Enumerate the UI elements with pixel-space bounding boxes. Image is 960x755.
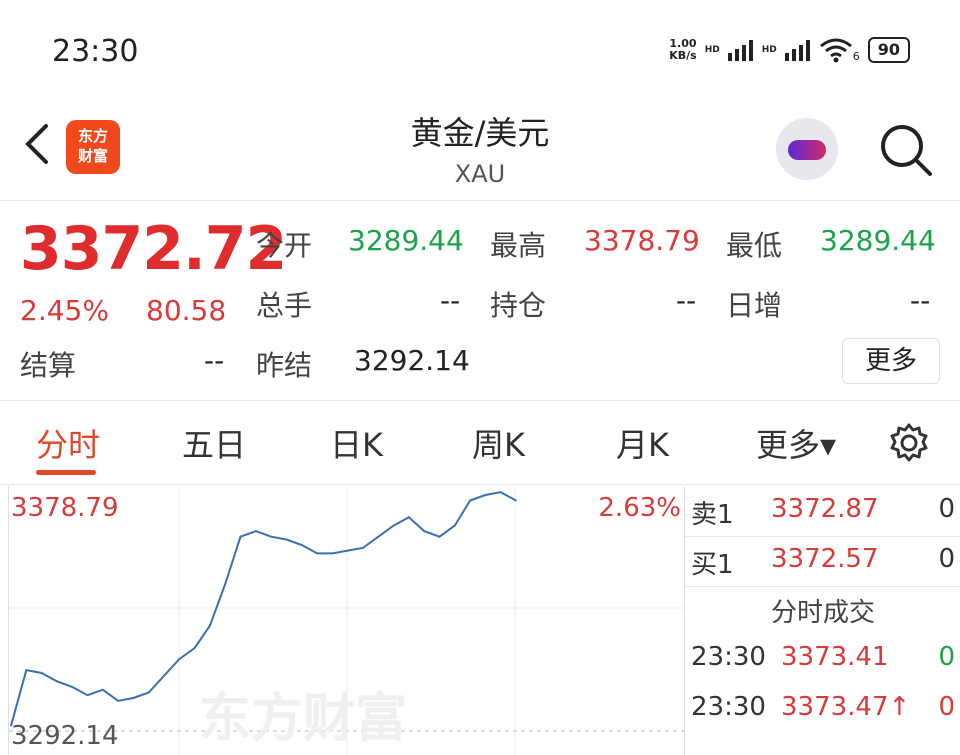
price-point: [316, 552, 318, 555]
sell-qty: 0: [938, 494, 955, 524]
tab-monthly-k[interactable]: 月K: [616, 420, 669, 466]
chart-y-top-label: 3378.79: [11, 493, 119, 523]
daily-inc-value: --: [910, 284, 931, 317]
high-value: 3378.79: [584, 224, 700, 257]
buy-label: 买1: [691, 550, 734, 580]
intraday-chart-svg: 东方财富 3378.79 3292.14 2.63%: [9, 486, 685, 755]
price-point: [377, 535, 380, 538]
price-point: [71, 686, 74, 688]
price-point: [499, 491, 502, 493]
quote-divider: [0, 400, 960, 401]
last-price: 3372.72: [20, 214, 287, 284]
price-point: [40, 672, 43, 674]
status-icons: 1.00 KB/s HD HD 6 90: [669, 36, 910, 63]
price-point: [117, 699, 119, 702]
trade-price: 3373.47↑: [781, 692, 911, 722]
buy-price: 3372.57: [771, 544, 879, 574]
trade-time: 23:30: [691, 642, 766, 672]
price-point: [300, 544, 303, 546]
trades-title: 分时成交: [770, 598, 875, 628]
intraday-chart[interactable]: 东方财富 3378.79 3292.14 2.63%: [8, 486, 685, 755]
tab-active-indicator: [36, 470, 96, 475]
price-point: [178, 658, 181, 660]
change-amt: 80.58: [146, 294, 227, 327]
price-point: [423, 530, 425, 532]
low-value: 3289.44: [820, 224, 936, 257]
chart-y-bottom-label: 3292.14: [11, 721, 119, 751]
high-label: 最高: [490, 229, 547, 262]
settle-value: --: [204, 344, 225, 377]
change-pct: 2.45%: [20, 294, 109, 327]
sell-price: 3372.87: [771, 494, 879, 524]
tab-five-day[interactable]: 五日: [182, 420, 246, 466]
header-divider: [0, 200, 960, 201]
price-point: [408, 516, 410, 519]
price-point: [362, 547, 364, 549]
battery-icon: 90: [867, 36, 910, 63]
price-point: [453, 524, 456, 527]
price-point: [515, 499, 517, 502]
price-point: [239, 535, 242, 538]
signal-icon-2: [784, 39, 810, 61]
price-point: [270, 535, 272, 538]
price-point: [346, 549, 349, 552]
trade-qty: 0: [938, 642, 955, 672]
gear-icon: [890, 423, 928, 462]
price-point: [147, 691, 150, 694]
price-point: [484, 494, 487, 496]
price-point: [86, 694, 89, 697]
signal-icon: [727, 39, 753, 61]
price-point: [255, 530, 257, 532]
open-value: 3289.44: [348, 224, 464, 257]
sell-label: 卖1: [691, 500, 734, 530]
buy-qty: 0: [938, 544, 955, 574]
open-label: 今开: [256, 229, 313, 262]
price-point: [25, 669, 28, 672]
price-point: [132, 697, 135, 699]
price-point: [102, 688, 104, 691]
price-point: [285, 538, 288, 541]
price-point: [469, 499, 471, 502]
prev-settle-value: 3292.14: [354, 344, 470, 377]
daily-inc-label: 日增: [726, 289, 783, 322]
price-point: [224, 583, 227, 585]
assistant-robot-icon[interactable]: [776, 118, 838, 180]
price-point: [392, 524, 395, 527]
tab-weekly-k[interactable]: 周K: [472, 420, 525, 466]
more-button[interactable]: 更多: [842, 338, 940, 384]
hd-badge-2: HD: [761, 44, 777, 55]
price-point: [331, 552, 334, 555]
tab-daily-k[interactable]: 日K: [330, 420, 383, 466]
position-value: --: [676, 284, 697, 317]
net-speed: 1.00 KB/s: [669, 36, 697, 62]
price-point: [163, 674, 165, 677]
wifi-icon: [819, 38, 852, 62]
price-point: [56, 680, 58, 683]
settings-button[interactable]: [888, 422, 930, 468]
tab-intraday[interactable]: 分时: [36, 420, 100, 466]
position-label: 持仓: [490, 289, 547, 322]
settle-label: 结算: [20, 349, 77, 382]
price-point: [209, 624, 211, 627]
prev-settle-label: 昨结: [256, 349, 313, 382]
status-time: 23:30: [52, 34, 139, 69]
chart-watermark: 东方财富: [199, 690, 407, 748]
search-icon: [881, 125, 932, 176]
volume-value: --: [440, 284, 461, 317]
low-label: 最低: [726, 229, 783, 262]
orderbook-panel: 卖1 3372.87 0 买1 3372.57 0 分时成交 23:30 337…: [684, 486, 960, 755]
trade-price: 3373.41: [781, 642, 889, 672]
volume-label: 总手: [256, 289, 313, 322]
tab-more[interactable]: 更多▾: [756, 420, 836, 466]
price-point: [193, 647, 196, 649]
hd-badge: HD: [704, 44, 720, 55]
trade-time: 23:30: [691, 692, 766, 722]
search-button[interactable]: [878, 122, 934, 182]
trade-qty: 0: [938, 692, 955, 722]
chart-pct-label: 2.63%: [598, 493, 681, 523]
tab-divider: [0, 484, 960, 485]
wifi-sub: 6: [852, 50, 860, 63]
price-point: [438, 535, 441, 538]
